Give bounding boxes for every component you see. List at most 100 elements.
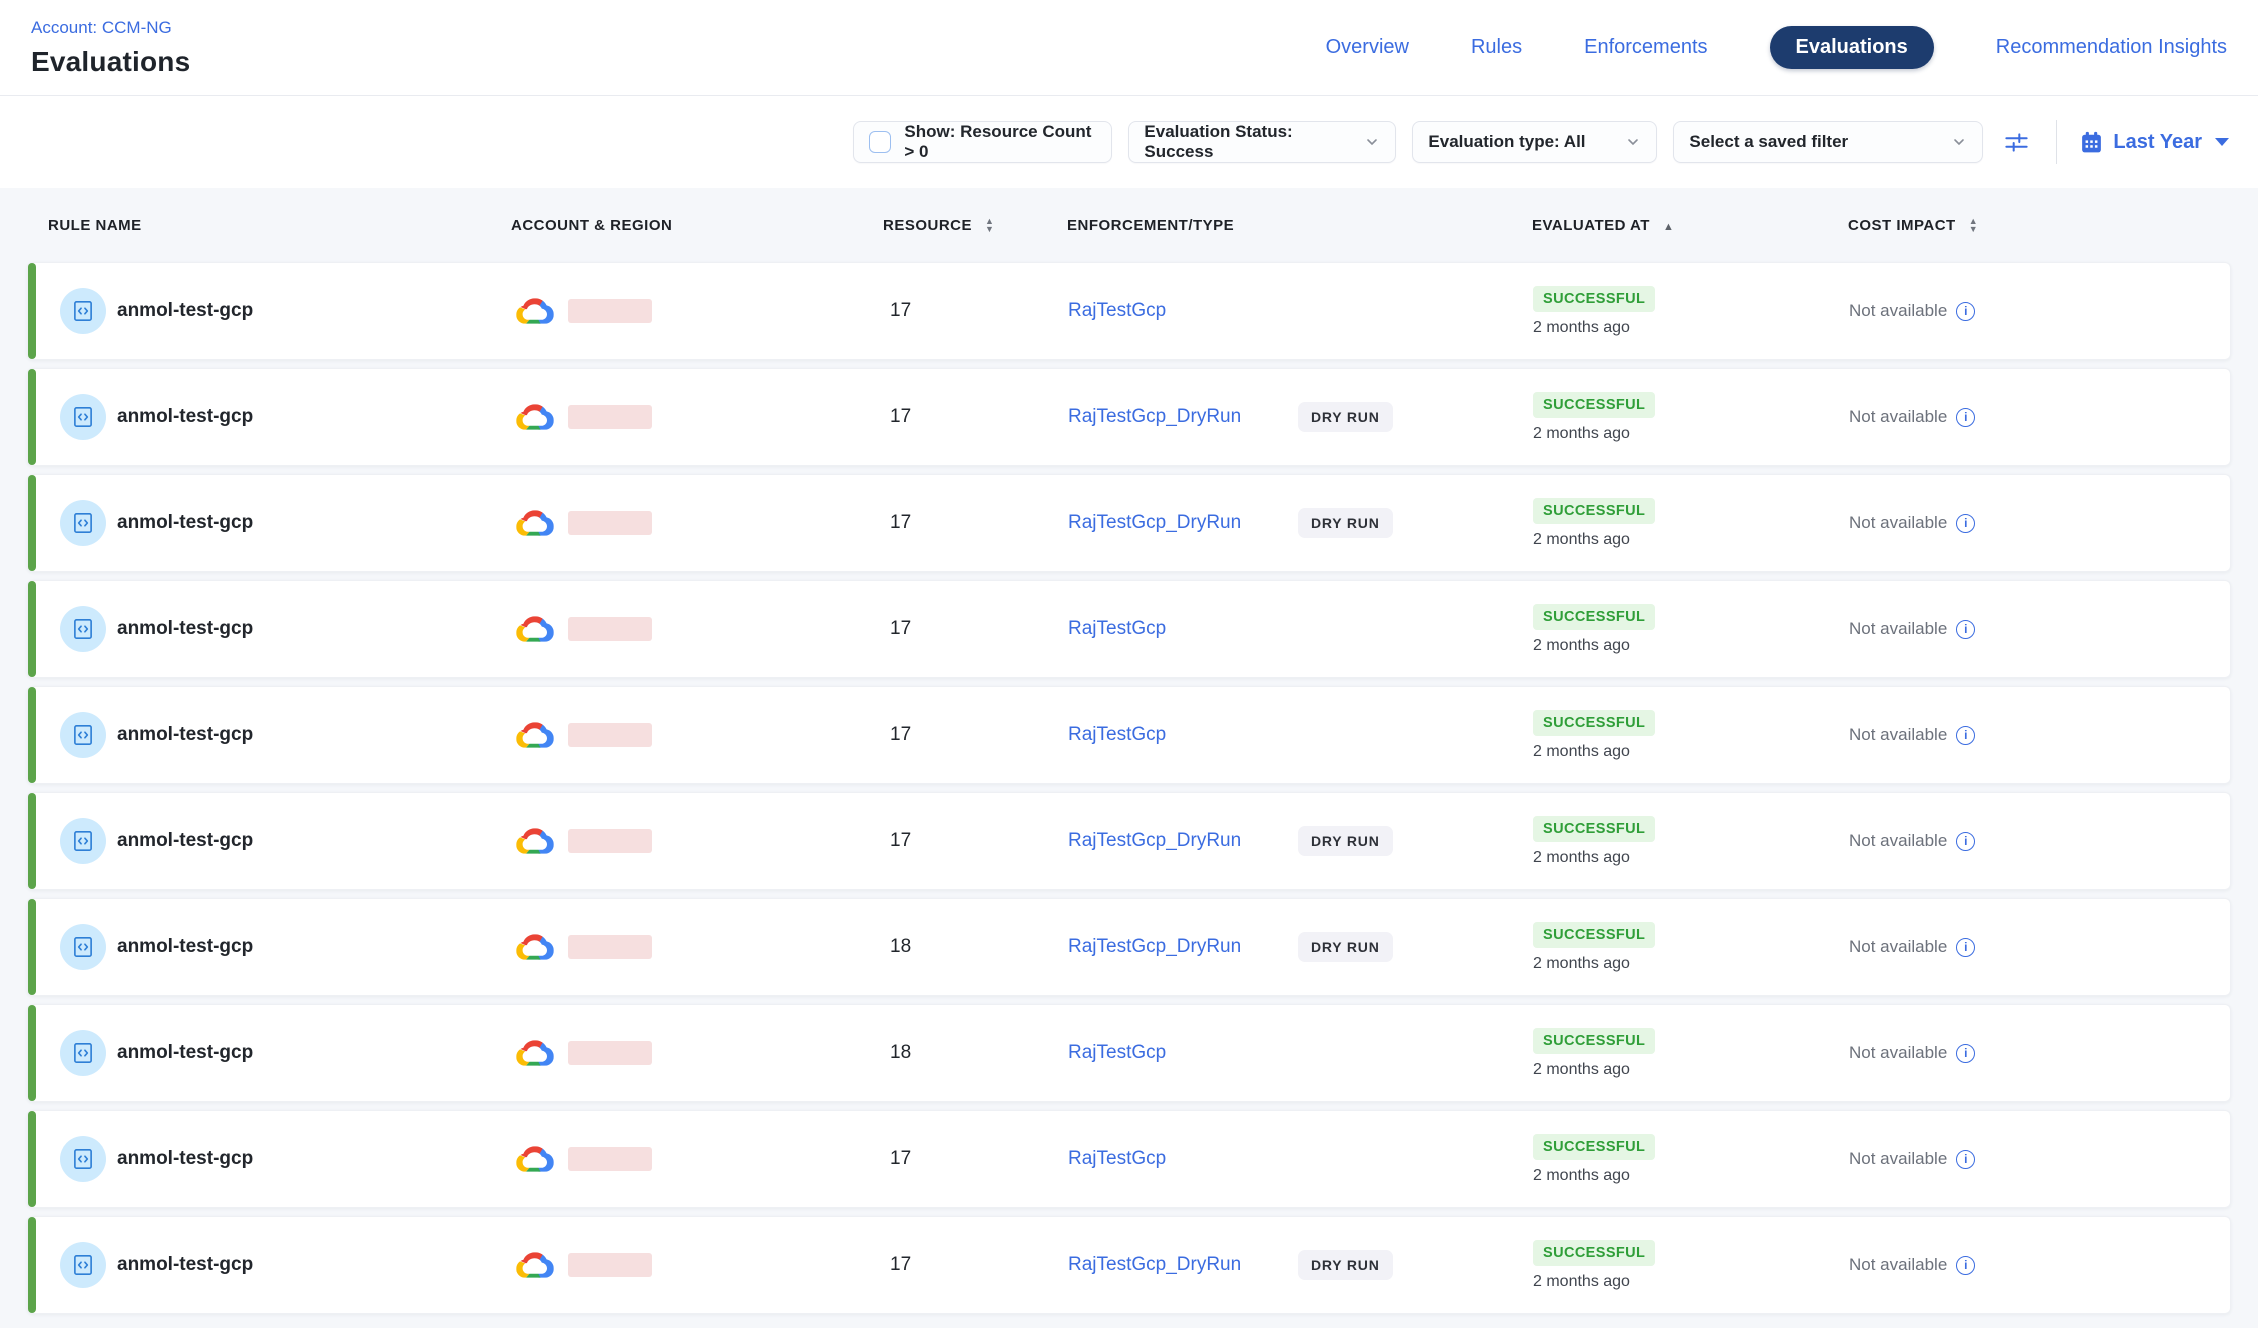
enforcement-link[interactable]: RajTestGcp: [1068, 300, 1298, 322]
table-row[interactable]: anmol-test-gcp 17 RajTestGcp SUCCESSFUL …: [27, 1110, 2231, 1208]
table-row[interactable]: anmol-test-gcp 18 RajTestGcp_DryRun DRY …: [27, 898, 2231, 996]
info-icon[interactable]: [1956, 938, 1975, 957]
column-header-account-region[interactable]: ACCOUNT & REGION: [503, 217, 875, 234]
rule-icon: [60, 288, 106, 334]
resource-count-checkbox[interactable]: [869, 131, 891, 153]
chevron-down-icon: [1951, 134, 1967, 150]
rule-icon: [60, 1136, 106, 1182]
cost-impact-value: Not available: [1849, 1043, 1947, 1063]
tab-overview[interactable]: Overview: [1326, 36, 1409, 59]
enforcement-link[interactable]: RajTestGcp: [1068, 1148, 1298, 1170]
status-indicator-bar: [28, 687, 36, 783]
enforcement-link[interactable]: RajTestGcp: [1068, 1042, 1298, 1064]
account-id-redacted: [568, 511, 652, 535]
column-header-cost-impact[interactable]: COST IMPACT: [1840, 217, 2231, 234]
info-icon[interactable]: [1956, 302, 1975, 321]
cost-impact-value: Not available: [1849, 619, 1947, 639]
status-badge: SUCCESSFUL: [1533, 710, 1655, 736]
account-id-redacted: [568, 935, 652, 959]
account-id-redacted: [568, 299, 652, 323]
evaluated-time: 2 months ago: [1533, 743, 1630, 761]
saved-filter-dropdown[interactable]: Select a saved filter: [1673, 121, 1983, 163]
info-icon[interactable]: [1956, 1044, 1975, 1063]
resource-count: 17: [890, 1148, 911, 1170]
resource-count: 17: [890, 724, 911, 746]
evaluated-time: 2 months ago: [1533, 1061, 1630, 1079]
sort-icon[interactable]: [1969, 217, 1978, 233]
account-id-redacted: [568, 1147, 652, 1171]
rule-name: anmol-test-gcp: [117, 406, 253, 428]
enforcement-link[interactable]: RajTestGcp_DryRun: [1068, 936, 1298, 958]
tab-evaluations[interactable]: Evaluations: [1770, 26, 1934, 69]
account-id-redacted: [568, 723, 652, 747]
info-icon[interactable]: [1956, 514, 1975, 533]
table-row[interactable]: anmol-test-gcp 17 RajTestGcp SUCCESSFUL …: [27, 686, 2231, 784]
tab-enforcements[interactable]: Enforcements: [1584, 36, 1707, 59]
filter-settings-button[interactable]: [1999, 125, 2034, 160]
status-badge: SUCCESSFUL: [1533, 816, 1655, 842]
table-row[interactable]: anmol-test-gcp 17 RajTestGcp_DryRun DRY …: [27, 1216, 2231, 1314]
status-indicator-bar: [28, 1217, 36, 1313]
evaluation-status-dropdown[interactable]: Evaluation Status: Success: [1128, 121, 1396, 163]
rule-icon: [60, 924, 106, 970]
page-title: Evaluations: [31, 46, 190, 78]
resource-count: 18: [890, 936, 911, 958]
info-icon[interactable]: [1956, 620, 1975, 639]
resource-count: 17: [890, 300, 911, 322]
status-indicator-bar: [28, 899, 36, 995]
column-header-evaluated-at[interactable]: EVALUATED AT: [1524, 217, 1840, 234]
table-row[interactable]: anmol-test-gcp 17 RajTestGcp_DryRun DRY …: [27, 368, 2231, 466]
evaluated-time: 2 months ago: [1533, 1167, 1630, 1185]
status-indicator-bar: [28, 369, 36, 465]
evaluation-type-dropdown[interactable]: Evaluation type: All: [1412, 121, 1657, 163]
resource-count: 17: [890, 618, 911, 640]
enforcement-link[interactable]: RajTestGcp: [1068, 618, 1298, 640]
evaluated-time: 2 months ago: [1533, 637, 1630, 655]
info-icon[interactable]: [1956, 1150, 1975, 1169]
cost-impact-value: Not available: [1849, 301, 1947, 321]
sort-icon[interactable]: [985, 217, 994, 233]
table-body: anmol-test-gcp 17 RajTestGcp SUCCESSFUL …: [27, 262, 2231, 1314]
tab-rules[interactable]: Rules: [1471, 36, 1522, 59]
enforcement-link[interactable]: RajTestGcp_DryRun: [1068, 830, 1298, 852]
resource-count-filter[interactable]: Show: Resource Count > 0: [853, 121, 1112, 163]
date-range-picker[interactable]: Last Year: [2079, 130, 2229, 155]
info-icon[interactable]: [1956, 726, 1975, 745]
rule-name: anmol-test-gcp: [117, 512, 253, 534]
evaluated-time: 2 months ago: [1533, 425, 1630, 443]
evaluations-table: RULE NAME ACCOUNT & REGION RESOURCE ENFO…: [0, 188, 2258, 1328]
column-header-enforcement-type[interactable]: ENFORCEMENT/TYPE: [1059, 217, 1524, 234]
rule-icon: [60, 712, 106, 758]
rule-name: anmol-test-gcp: [117, 830, 253, 852]
table-row[interactable]: anmol-test-gcp 17 RajTestGcp_DryRun DRY …: [27, 474, 2231, 572]
evaluated-time: 2 months ago: [1533, 849, 1630, 867]
evaluated-time: 2 months ago: [1533, 319, 1630, 337]
table-row[interactable]: anmol-test-gcp 17 RajTestGcp SUCCESSFUL …: [27, 262, 2231, 360]
gcp-cloud-icon: [515, 1038, 555, 1068]
resource-count: 17: [890, 830, 911, 852]
enforcement-link[interactable]: RajTestGcp_DryRun: [1068, 406, 1298, 428]
column-header-resource[interactable]: RESOURCE: [875, 217, 1059, 234]
breadcrumb[interactable]: Account: CCM-NG: [31, 18, 190, 38]
tab-recommendation-insights[interactable]: Recommendation Insights: [1996, 36, 2227, 59]
status-badge: SUCCESSFUL: [1533, 392, 1655, 418]
rule-name: anmol-test-gcp: [117, 618, 253, 640]
gcp-cloud-icon: [515, 1144, 555, 1174]
enforcement-link[interactable]: RajTestGcp_DryRun: [1068, 1254, 1298, 1276]
enforcement-link[interactable]: RajTestGcp: [1068, 724, 1298, 746]
info-icon[interactable]: [1956, 832, 1975, 851]
dry-run-badge: DRY RUN: [1298, 826, 1393, 856]
table-row[interactable]: anmol-test-gcp 17 RajTestGcp SUCCESSFUL …: [27, 580, 2231, 678]
gcp-cloud-icon: [515, 720, 555, 750]
table-row[interactable]: anmol-test-gcp 18 RajTestGcp SUCCESSFUL …: [27, 1004, 2231, 1102]
column-header-rule-name[interactable]: RULE NAME: [27, 217, 503, 234]
enforcement-link[interactable]: RajTestGcp_DryRun: [1068, 512, 1298, 534]
table-row[interactable]: anmol-test-gcp 17 RajTestGcp_DryRun DRY …: [27, 792, 2231, 890]
sort-asc-icon[interactable]: [1663, 217, 1674, 234]
top-nav: Overview Rules Enforcements Evaluations …: [1326, 0, 2227, 95]
evaluated-time: 2 months ago: [1533, 1273, 1630, 1291]
info-icon[interactable]: [1956, 408, 1975, 427]
cost-impact-value: Not available: [1849, 1149, 1947, 1169]
info-icon[interactable]: [1956, 1256, 1975, 1275]
status-indicator-bar: [28, 475, 36, 571]
